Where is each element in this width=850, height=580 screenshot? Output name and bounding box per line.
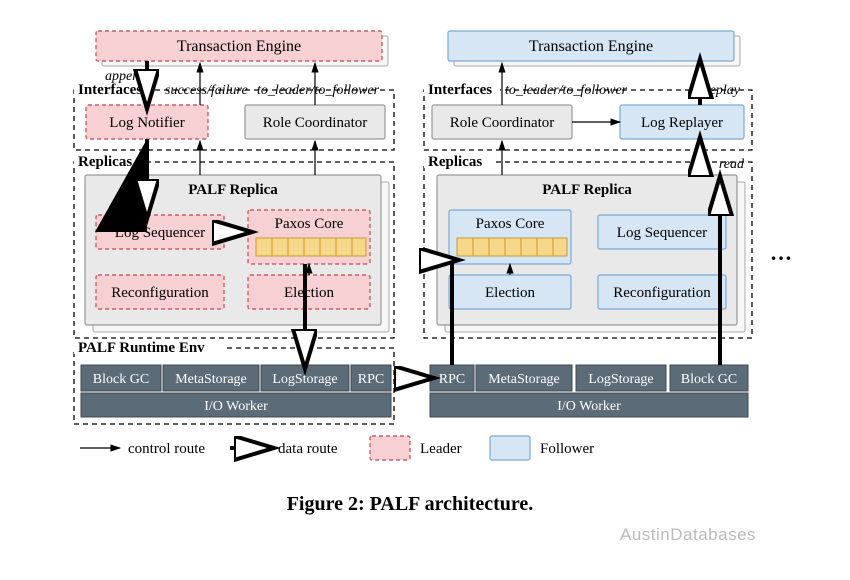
palf-text-left: PALF Replica (188, 182, 278, 198)
append-label: append (105, 69, 147, 84)
seq-text-right: Log Sequencer (617, 225, 707, 241)
diagram-svg: Transaction Engine Interfaces append suc… (0, 0, 850, 580)
legend-leader: Leader (420, 441, 462, 457)
replicas-label-left: Replicas (78, 154, 132, 170)
paxos-queue-right (457, 238, 567, 256)
figure-caption: Figure 2: PALF architecture. (287, 493, 534, 515)
paxos-text-right: Paxos Core (476, 216, 545, 232)
elect-text-left: Election (284, 285, 334, 301)
te-text-right: Transaction Engine (529, 38, 653, 55)
replayer-text: Log Replayer (641, 115, 723, 131)
rt3-text-right: Block GC (681, 372, 737, 387)
io-text-right: I/O Worker (557, 399, 621, 414)
ellipsis: … (770, 240, 792, 265)
rt0-text-right: RPC (439, 372, 465, 387)
interfaces-label-left: Interfaces (78, 82, 142, 98)
rt1-text-right: MetaStorage (488, 372, 560, 387)
elect-text-right: Election (485, 285, 535, 301)
legend: control route data route Leader Follower (80, 436, 594, 460)
reconf-text-left: Reconfiguration (111, 285, 209, 301)
replicas-label-right: Replicas (428, 154, 482, 170)
runtime-row-left: Block GC MetaStorage LogStorage RPC I/O … (81, 365, 391, 417)
rt0-text-left: Block GC (93, 372, 149, 387)
legend-follower: Follower (540, 441, 594, 457)
rt3-text-left: RPC (358, 372, 384, 387)
rt2-text-right: LogStorage (588, 372, 653, 387)
paxos-text-left: Paxos Core (275, 216, 344, 232)
diagram-stage: Transaction Engine Interfaces append suc… (0, 0, 850, 580)
legend-control: control route (128, 441, 205, 457)
role-right-text: Role Coordinator (450, 115, 555, 131)
replay-label: replay (705, 83, 741, 98)
runtime-label-left: PALF Runtime Env (78, 340, 205, 356)
log-notifier-text: Log Notifier (109, 115, 184, 131)
runtime-row-right: RPC MetaStorage LogStorage Block GC I/O … (430, 365, 748, 417)
io-text-left: I/O Worker (204, 399, 268, 414)
sf-label: success/failure (165, 83, 248, 98)
legend-data: data route (278, 441, 338, 457)
reconf-text-right: Reconfiguration (613, 285, 711, 301)
te-text-left: Transaction Engine (177, 38, 301, 55)
interfaces-label-right: Interfaces (428, 82, 492, 98)
watermark: AustinDatabases (620, 525, 756, 545)
tltf-label-left: to_leader/to_follower (257, 83, 380, 98)
read-label: read (719, 157, 745, 172)
tltf-label-right: to_leader/to_follower (505, 83, 628, 98)
rt2-text-left: LogStorage (272, 372, 337, 387)
paxos-queue-left (256, 238, 366, 256)
role-left-text: Role Coordinator (263, 115, 368, 131)
palf-text-right: PALF Replica (542, 182, 632, 198)
rt1-text-left: MetaStorage (175, 372, 247, 387)
